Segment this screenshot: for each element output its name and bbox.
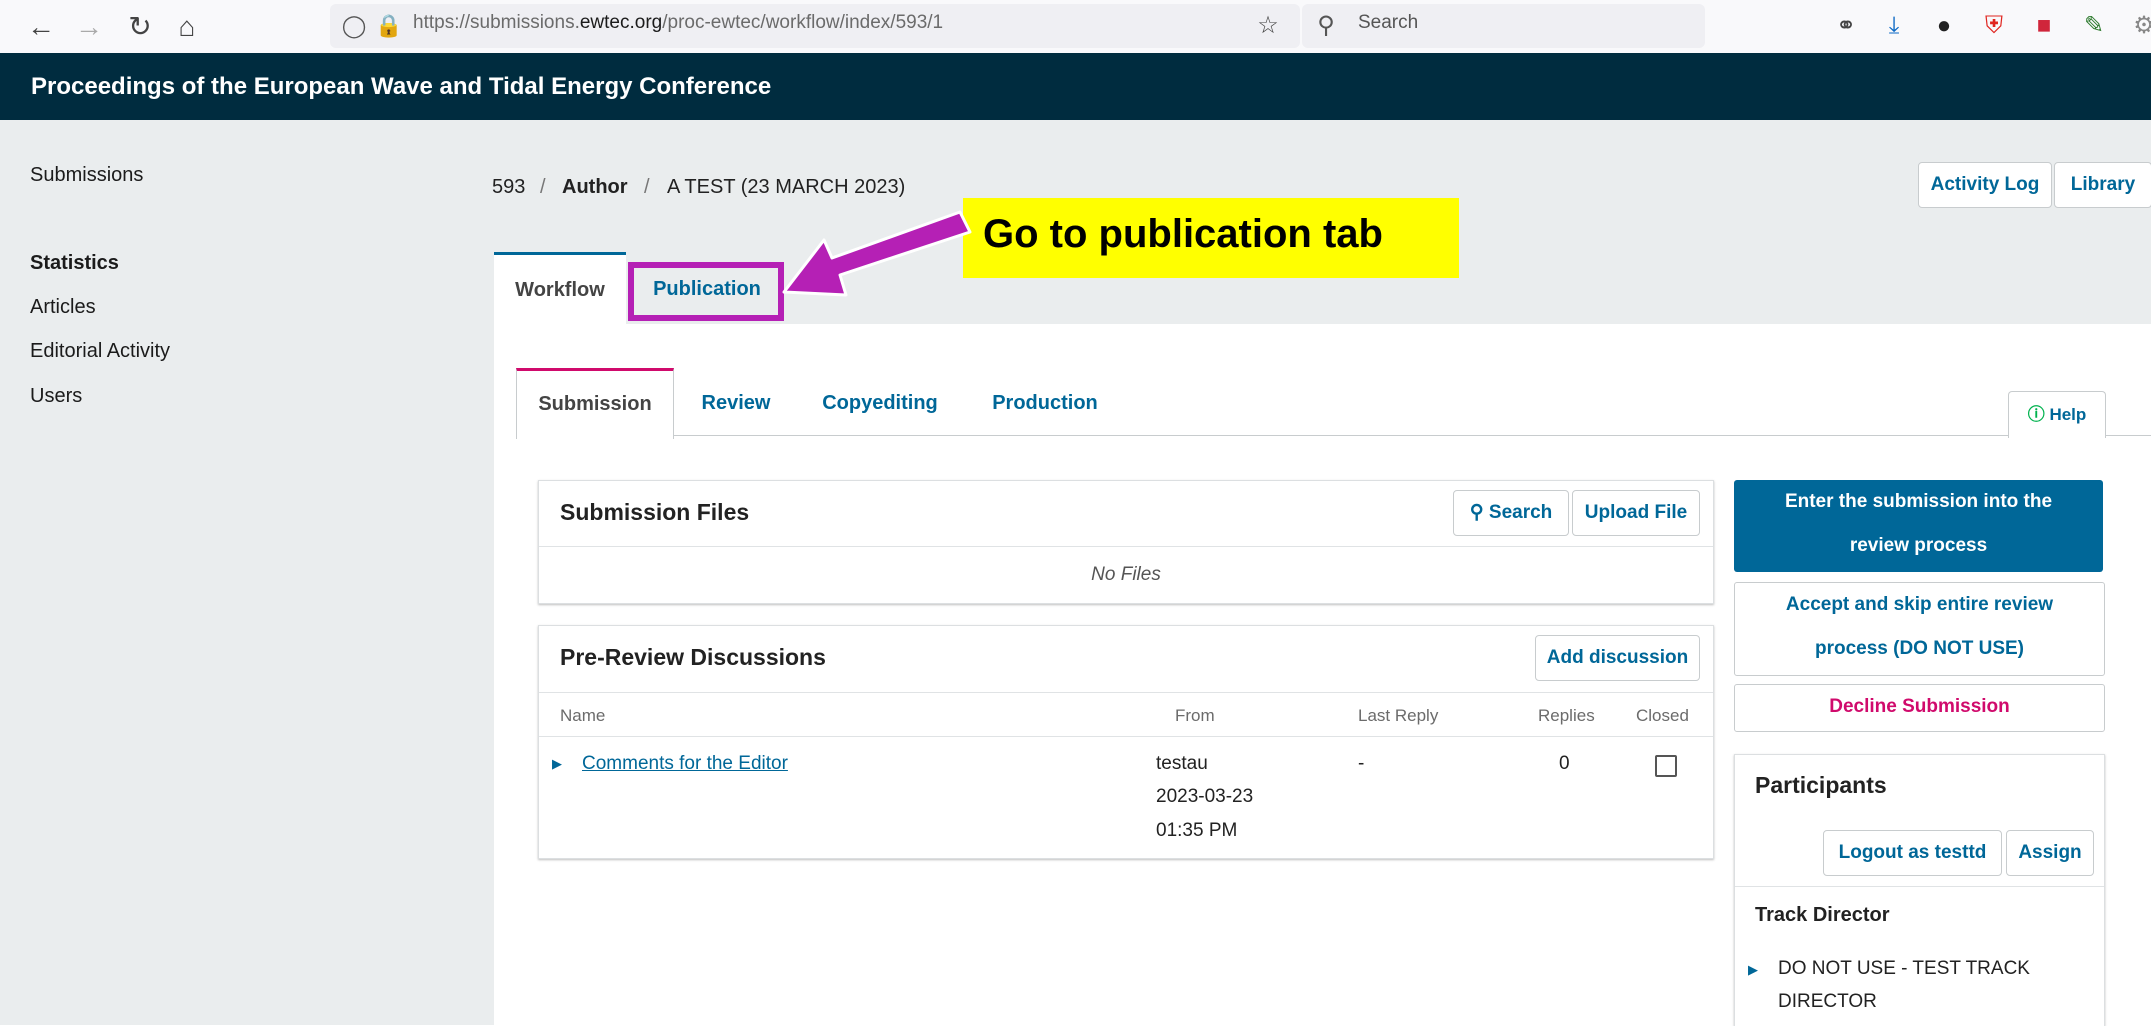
accept-skip-line-1: Accept and skip entire review [1785, 594, 2054, 615]
annotation-callout-text: Go to publication tab [983, 212, 1383, 256]
home-icon[interactable]: ⌂ [168, 8, 206, 46]
download-icon[interactable]: ⤓ [1878, 10, 1910, 42]
participant-name-line-1[interactable]: DO NOT USE - TEST TRACK [1778, 958, 2030, 980]
card-divider [539, 692, 1713, 693]
sidebar-item-editorial-activity[interactable]: Editorial Activity [30, 340, 170, 363]
enter-review-line-2: review process [1849, 535, 1988, 556]
tab-workflow[interactable]: Workflow [494, 252, 626, 327]
subtab-production[interactable]: Production [980, 370, 1110, 436]
accept-skip-line-2: process (DO NOT USE) [1814, 638, 2025, 659]
subtab-copyediting[interactable]: Copyediting [808, 370, 952, 436]
breadcrumb-id: 593 [492, 176, 526, 198]
library-button[interactable]: Library [2054, 162, 2151, 208]
expand-row-icon[interactable]: ▶ [552, 756, 562, 772]
search-icon: ⚲ [1469, 502, 1484, 523]
sidebar-item-users[interactable]: Users [30, 385, 82, 408]
upload-file-button[interactable]: Upload File [1572, 490, 1700, 536]
column-header-closed[interactable]: Closed [1636, 706, 1689, 726]
sidebar-heading-statistics: Statistics [30, 252, 119, 274]
table-divider [539, 736, 1713, 737]
discussion-from-date: 2023-03-23 [1156, 786, 1254, 807]
logout-as-button[interactable]: Logout as testtd [1823, 830, 2002, 876]
breadcrumb-role: Author [562, 176, 628, 198]
back-icon[interactable]: ← [22, 8, 60, 46]
column-header-name[interactable]: Name [560, 706, 605, 726]
extension-pencil-icon[interactable]: ✎ [2078, 10, 2110, 42]
info-icon: ⓘ [2027, 405, 2045, 424]
lock-icon[interactable]: 🔒 [373, 10, 405, 42]
discussion-from-time: 01:35 PM [1156, 820, 1238, 841]
column-header-last-reply[interactable]: Last Reply [1358, 706, 1438, 726]
shield-icon[interactable]: ◯ [338, 10, 370, 42]
discussion-link[interactable]: Comments for the Editor [582, 753, 788, 775]
track-director-label: Track Director [1755, 904, 1890, 926]
reload-icon[interactable]: ↻ [121, 8, 159, 46]
discussion-from-user: testau [1156, 753, 1208, 774]
subtab-submission[interactable]: Submission [516, 368, 674, 439]
column-header-from[interactable]: From [1175, 706, 1215, 726]
discussion-last-reply: - [1358, 753, 1365, 774]
card-divider [539, 546, 1713, 547]
help-button[interactable]: ⓘ Help [2008, 391, 2106, 438]
enter-review-line-1: Enter the submission into the [1784, 491, 2053, 512]
subtab-divider [516, 435, 2151, 436]
site-title[interactable]: Proceedings of the European Wave and Tid… [31, 73, 771, 101]
subtab-review[interactable]: Review [684, 370, 788, 436]
accept-skip-review-button[interactable]: Accept and skip entire review process (D… [1734, 582, 2105, 676]
participants-title: Participants [1755, 772, 1887, 798]
decline-submission-button[interactable]: Decline Submission [1734, 684, 2105, 732]
expand-participant-icon[interactable]: ▶ [1748, 962, 1758, 978]
url-text[interactable]: https://submissions.ewtec.org/proc-ewtec… [413, 12, 943, 34]
annotation-arrow-icon [782, 210, 972, 297]
help-label: Help [2049, 405, 2087, 424]
breadcrumb-title: A TEST (23 MARCH 2023) [667, 176, 906, 198]
ublock-icon[interactable]: ⛨ [1978, 10, 2010, 42]
discussion-replies: 0 [1559, 753, 1570, 774]
forward-icon[interactable]: → [70, 8, 108, 46]
extension-new-icon[interactable]: ■ [2028, 10, 2060, 42]
annotation-highlight-box [628, 262, 784, 321]
extension-gear-icon[interactable]: ⚙ [2128, 10, 2151, 42]
assign-button[interactable]: Assign [2006, 830, 2094, 876]
breadcrumb-separator: / [644, 176, 650, 198]
sidebar-item-articles[interactable]: Articles [30, 296, 96, 319]
search-button-label: Search [1488, 502, 1553, 523]
card-divider [1735, 886, 2104, 887]
participant-name-line-2[interactable]: DIRECTOR [1778, 991, 1877, 1013]
submission-files-title: Submission Files [560, 499, 750, 525]
breadcrumb-separator: / [540, 176, 546, 198]
browser-search-placeholder: Search [1358, 12, 1419, 33]
extension-l-icon[interactable]: ● [1928, 10, 1960, 42]
pocket-icon[interactable]: ⚭ [1830, 10, 1862, 42]
add-discussion-button[interactable]: Add discussion [1535, 635, 1700, 681]
discussions-title: Pre-Review Discussions [560, 644, 826, 670]
sidebar-item-submissions[interactable]: Submissions [30, 164, 143, 187]
search-icon: ⚲ [1317, 12, 1335, 39]
discussion-closed-checkbox[interactable] [1655, 755, 1677, 777]
enter-review-button[interactable]: Enter the submission into the review pro… [1734, 480, 2103, 572]
column-header-replies[interactable]: Replies [1538, 706, 1595, 726]
search-files-button[interactable]: ⚲ Search [1453, 490, 1569, 536]
bookmark-star-icon[interactable]: ☆ [1252, 10, 1284, 42]
activity-log-button[interactable]: Activity Log [1918, 162, 2052, 208]
no-files-text: No Files [1091, 564, 1161, 585]
